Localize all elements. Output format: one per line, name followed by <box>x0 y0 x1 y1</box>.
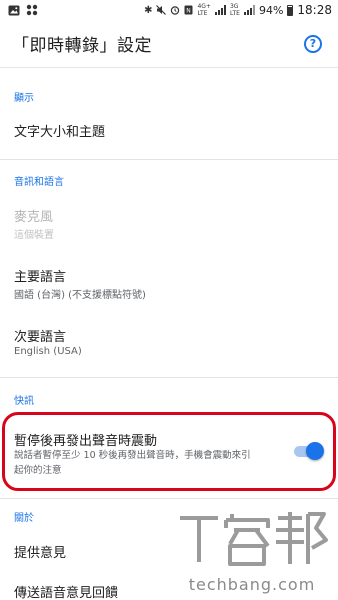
clock: 18:28 <box>297 3 332 17</box>
divider <box>0 377 338 378</box>
setting-text-size[interactable]: 文字大小和主題 <box>0 108 338 152</box>
status-left <box>8 4 38 16</box>
alarm-icon <box>171 6 180 15</box>
bluetooth-icon: ✱ <box>144 4 153 16</box>
signal-icon <box>214 5 226 15</box>
setting-primary-language[interactable]: 主要語言 國語 (台灣) (不支援標點符號) <box>0 258 338 308</box>
setting-microphone-subtitle: 這個裝置 <box>14 230 54 241</box>
svg-text:N: N <box>187 8 192 15</box>
grid-dots-icon <box>26 4 38 16</box>
setting-feedback-title: 提供意見 <box>14 546 67 561</box>
vibrate-toggle[interactable] <box>292 442 324 460</box>
battery-percent: 94% <box>258 3 284 17</box>
setting-vibrate-title: 暫停後再發出聲音時震動 <box>14 434 158 449</box>
section-header-display: 顯示 <box>14 93 34 104</box>
techbang-watermark-logo: techbang.com <box>180 512 328 594</box>
section-header-alerts: 快訊 <box>14 396 34 407</box>
help-circle-icon[interactable]: ? <box>304 34 322 53</box>
setting-voice-feedback-title: 傳送語音意見回饋 <box>14 586 119 600</box>
network-3g-indicator: 3G LTE <box>230 3 240 17</box>
network-4g-label: 4G+ <box>197 3 211 10</box>
setting-primary-language-title: 主要語言 <box>14 270 67 285</box>
setting-microphone-title: 麥克風 <box>14 210 54 225</box>
nfc-icon: N <box>184 5 193 15</box>
network-4g-indicator: 4G+ LTE <box>197 3 211 17</box>
divider <box>0 159 338 160</box>
toggle-thumb <box>306 442 324 460</box>
battery-icon <box>287 4 294 16</box>
mute-icon <box>156 5 167 15</box>
setting-text-size-title: 文字大小和主題 <box>14 125 106 140</box>
page-title: 「即時轉錄」設定 <box>12 36 152 56</box>
setting-primary-language-subtitle: 國語 (台灣) (不支援標點符號) <box>14 290 146 301</box>
section-header-audio: 音訊和語言 <box>14 177 64 188</box>
section-header-about: 關於 <box>14 513 34 524</box>
svg-text:techbang.com: techbang.com <box>189 575 316 594</box>
image-icon <box>8 5 20 15</box>
app-bar: 「即時轉錄」設定 ? <box>0 20 338 68</box>
setting-vibrate-description: 說話者暫停至少 10 秒後再發出聲音時，手機會震動來引起你的注意 <box>14 450 251 476</box>
setting-secondary-language[interactable]: 次要語言 English (USA) <box>0 318 338 368</box>
network-4g-sublabel: LTE <box>197 10 208 17</box>
setting-secondary-language-title: 次要語言 <box>14 330 67 345</box>
network-3g-sublabel: LTE <box>229 10 240 17</box>
signal-icon-secondary <box>243 5 255 15</box>
status-right: ✱ N 4G+ LTE 3G LTE 94% 18:28 <box>144 3 332 17</box>
setting-secondary-language-subtitle: English (USA) <box>14 346 82 357</box>
help-glyph: ? <box>309 37 317 50</box>
divider <box>0 498 338 499</box>
setting-microphone: 麥克風 這個裝置 <box>0 198 338 248</box>
status-bar: ✱ N 4G+ LTE 3G LTE 94% 18:28 <box>0 0 338 20</box>
network-3g-label: 3G <box>229 3 239 10</box>
